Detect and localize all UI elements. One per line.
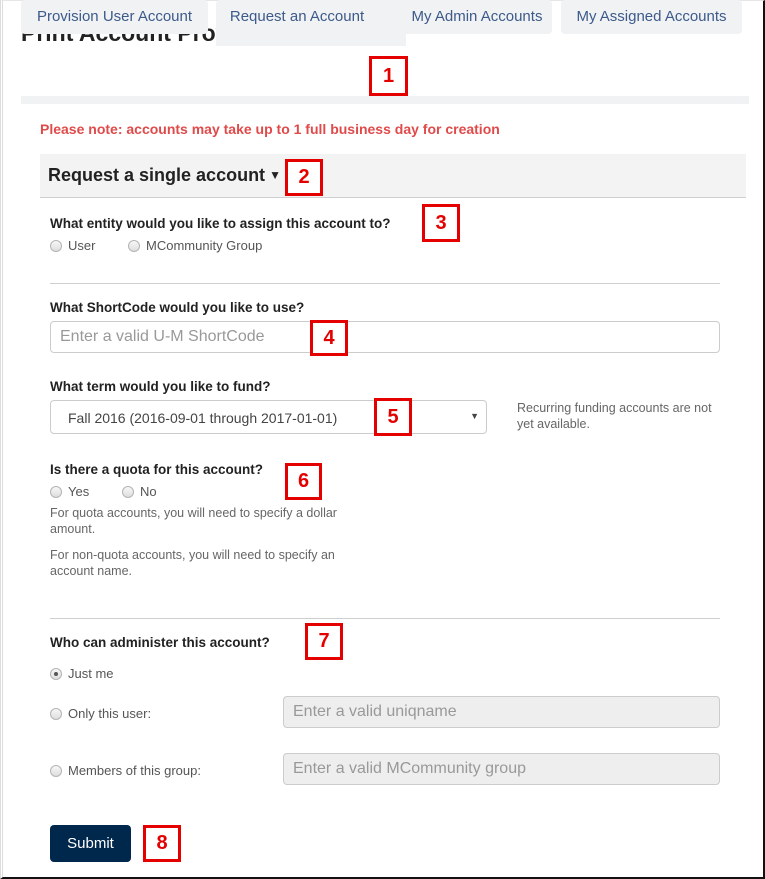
- tab-strip: [21, 96, 749, 104]
- radio-mcommunity-group-label: MCommunity Group: [146, 238, 263, 253]
- dropdown-arrow-icon: ▼: [470, 411, 479, 421]
- tab-my-admin-accounts[interactable]: My Admin Accounts: [380, 0, 552, 34]
- radio-members-of-group-label: Members of this group:: [68, 763, 201, 778]
- annotation-marker-2: 2: [285, 159, 323, 196]
- term-help-text: Recurring funding accounts are not yet a…: [517, 401, 712, 431]
- radio-no-label: No: [140, 484, 157, 499]
- tab-my-admin-accounts-label: My Admin Accounts: [411, 8, 543, 25]
- tab-my-assigned-accounts[interactable]: My Assigned Accounts: [561, 0, 742, 34]
- tab-request-an-account-label: Request an Account: [229, 8, 365, 25]
- quota-option-yes[interactable]: Yes: [50, 484, 89, 499]
- shortcode-input[interactable]: [50, 321, 720, 353]
- annotation-marker-7: 7: [305, 623, 343, 660]
- radio-only-this-user[interactable]: [50, 707, 62, 720]
- radio-just-me-label: Just me: [68, 666, 114, 681]
- divider: [50, 618, 720, 619]
- radio-user-label: User: [68, 238, 96, 253]
- entity-option-user[interactable]: User: [50, 238, 95, 253]
- admin-option-just-me[interactable]: Just me: [50, 666, 114, 681]
- admin-option-members-of-group[interactable]: Members of this group:: [50, 763, 201, 778]
- term-label: What term would you like to fund?: [50, 379, 271, 394]
- annotation-marker-1: 1: [369, 56, 408, 96]
- radio-only-this-user-label: Only this user:: [68, 706, 152, 721]
- radio-members-of-group[interactable]: [50, 764, 62, 777]
- radio-yes[interactable]: [50, 485, 62, 498]
- mcommunity-group-input[interactable]: [283, 753, 720, 785]
- quota-question-label: Is there a quota for this account?: [50, 462, 264, 477]
- section-title: Request a single account: [48, 165, 266, 185]
- shortcode-label: What ShortCode would you like to use?: [50, 300, 305, 315]
- annotation-marker-6: 6: [285, 463, 322, 500]
- radio-user[interactable]: [50, 239, 62, 252]
- term-selected-value: Fall 2016 (2016-09-01 through 2017-01-01…: [68, 410, 338, 426]
- section-header: Request a single account ▼: [40, 154, 746, 198]
- submit-button[interactable]: Submit: [50, 825, 131, 862]
- annotation-marker-5: 5: [374, 398, 412, 436]
- annotation-marker-4: 4: [310, 320, 348, 356]
- entity-option-mcommunity-group[interactable]: MCommunity Group: [128, 238, 262, 253]
- term-select[interactable]: Fall 2016 (2016-09-01 through 2017-01-01…: [50, 400, 487, 434]
- quota-help-text: For quota accounts, you will need to spe…: [50, 506, 337, 536]
- admin-question-label: Who can administer this account?: [50, 635, 270, 650]
- nonquota-help-text: For non-quota accounts, you will need to…: [50, 548, 335, 578]
- section-toggle[interactable]: Request a single account ▼: [48, 165, 281, 186]
- admin-option-only-this-user[interactable]: Only this user:: [50, 706, 151, 721]
- tab-provision-user-account[interactable]: Provision User Account: [21, 0, 208, 34]
- divider: [50, 283, 720, 284]
- entity-question-label: What entity would you like to assign thi…: [50, 216, 391, 231]
- radio-yes-label: Yes: [68, 484, 90, 499]
- quota-option-no[interactable]: No: [122, 484, 157, 499]
- caret-down-icon: ▼: [269, 168, 281, 182]
- radio-no[interactable]: [122, 485, 134, 498]
- creation-notice: Please note: accounts may take up to 1 f…: [40, 121, 500, 137]
- radio-just-me[interactable]: [50, 667, 62, 680]
- annotation-marker-8: 8: [143, 825, 181, 862]
- tab-request-an-account[interactable]: Request an Account: [216, 0, 406, 46]
- uniqname-input[interactable]: [283, 696, 720, 728]
- radio-mcommunity-group[interactable]: [128, 239, 140, 252]
- annotation-marker-3: 3: [422, 204, 460, 242]
